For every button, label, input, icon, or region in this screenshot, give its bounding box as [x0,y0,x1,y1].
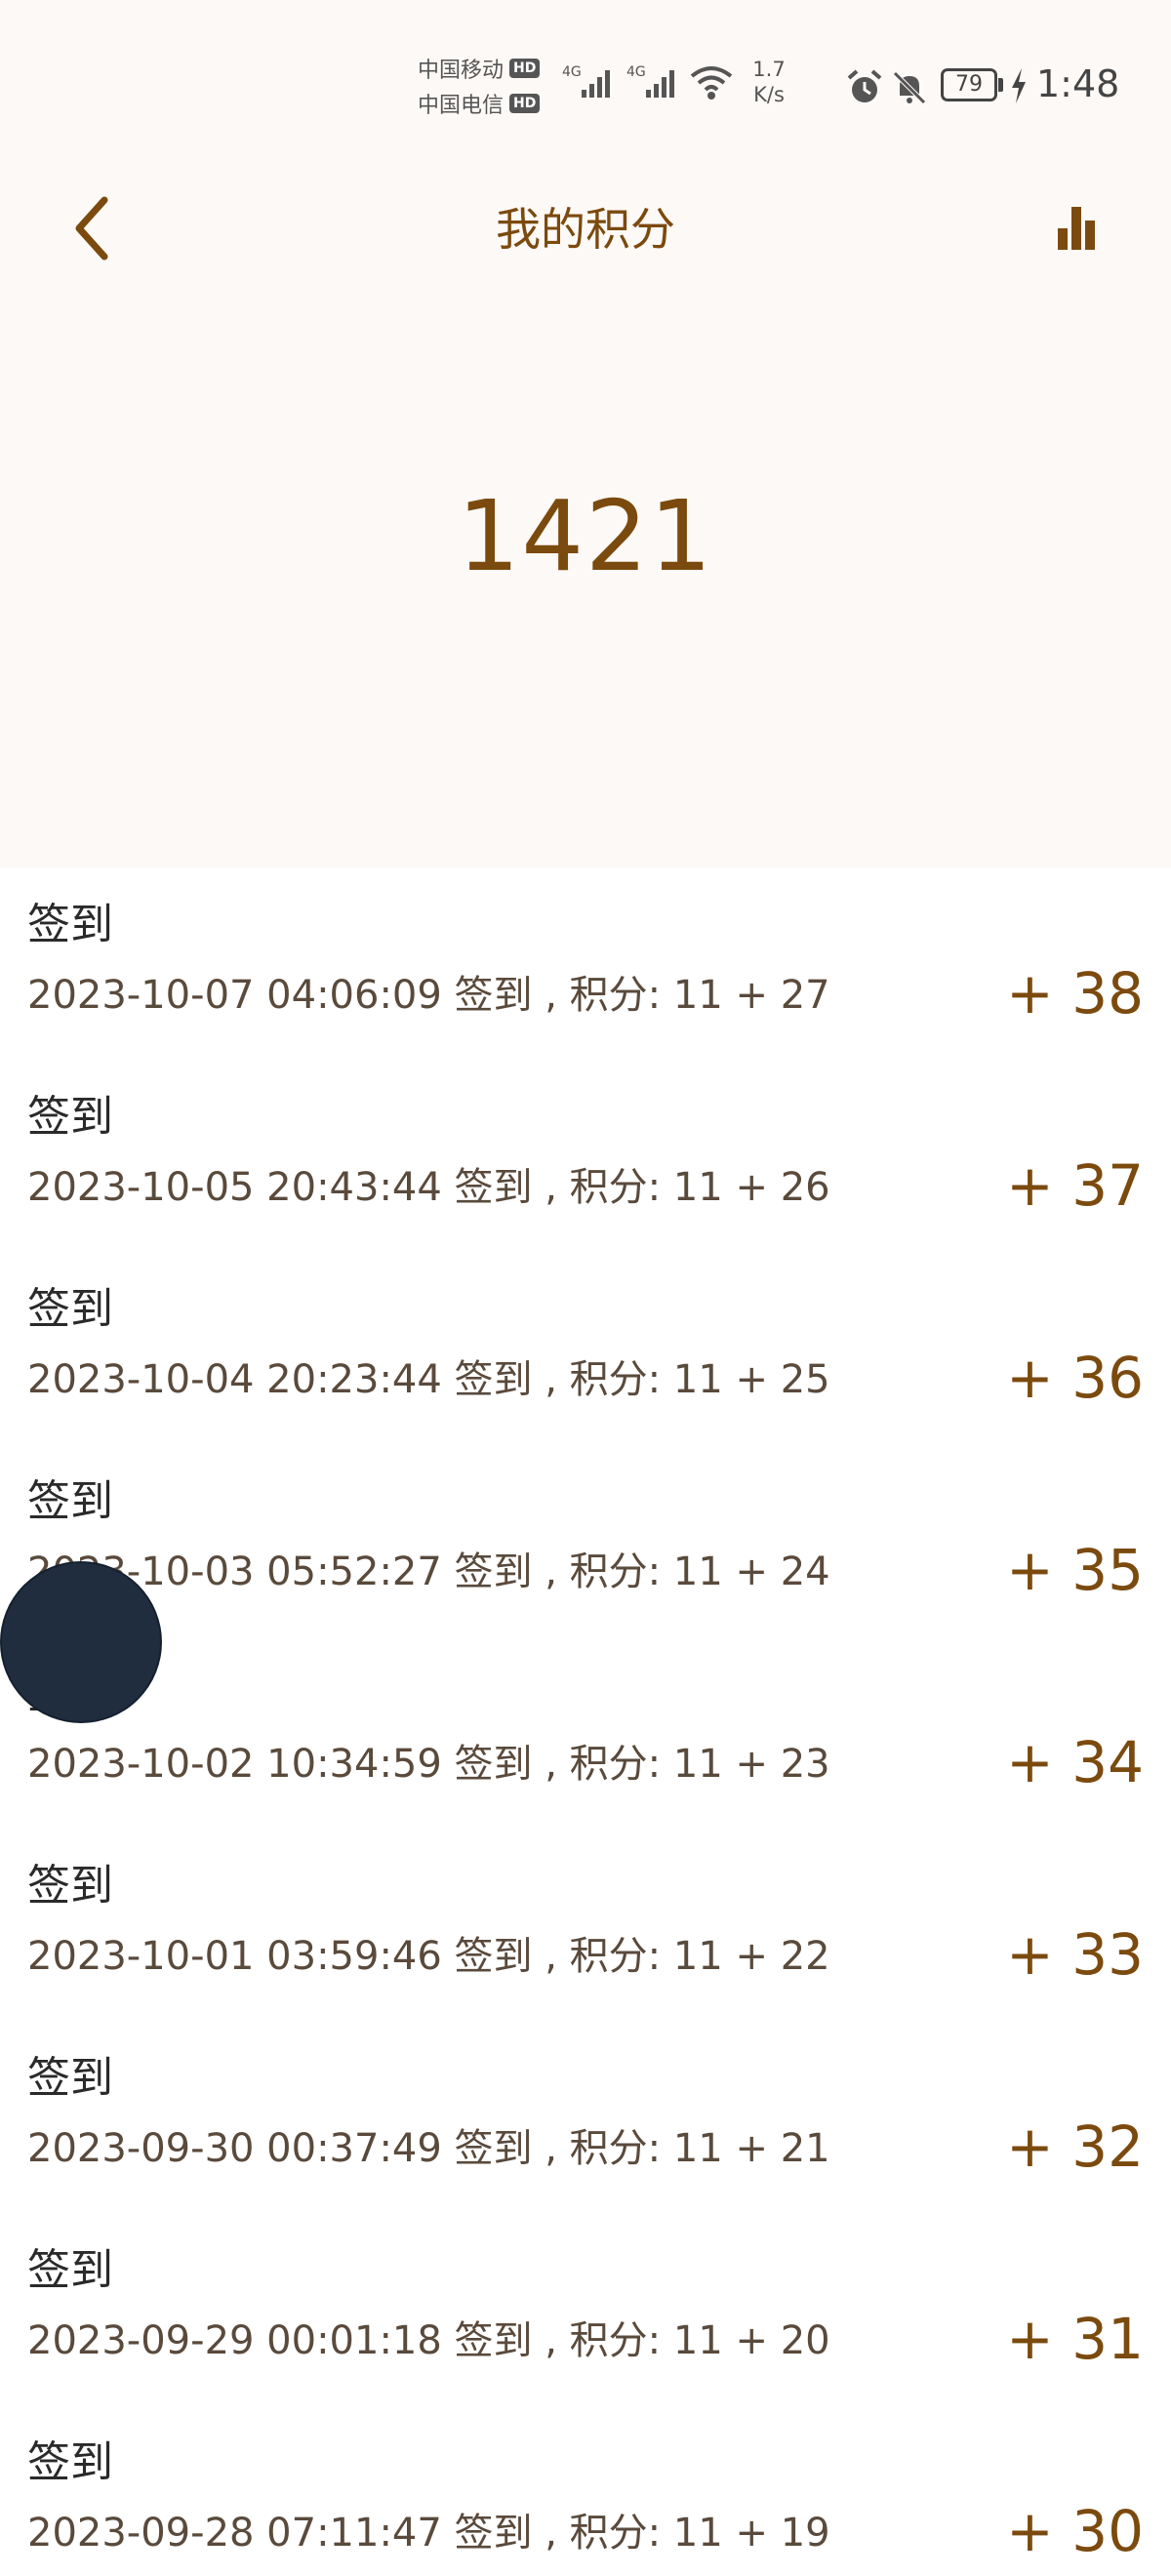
floating-assistive-ball[interactable] [0,1561,162,1723]
carrier-2: 中国电信 [418,94,505,118]
signal-icon: 4G [562,60,617,107]
status-time: 1:48 [1036,62,1120,105]
battery-tip [998,78,1003,92]
record-title: 签到 [27,1476,113,1526]
points-record-list: 签到 2023-10-07 04:06:09 签到 , 积分: 11 + 27 … [0,868,1171,2576]
record-points-delta: + 37 [1006,1152,1144,1219]
signal-icon: 4G [626,60,681,107]
record-description: 2023-09-30 00:37:49 签到 , 积分: 11 + 21 [27,2126,830,2171]
list-item[interactable]: 签到 2023-10-03 05:52:27 签到 , 积分: 11 + 24 … [0,1445,1171,1637]
svg-text:4G: 4G [562,64,582,80]
record-points-delta: + 34 [1006,1729,1144,1795]
record-description: 2023-10-01 03:59:46 签到 , 积分: 11 + 22 [27,1934,830,1979]
list-item[interactable]: 签到 2023-10-02 10:34:59 签到 , 积分: 11 + 23 … [0,1637,1171,1830]
list-item[interactable]: 签到 2023-10-07 04:06:09 签到 , 积分: 11 + 27 … [0,868,1171,1061]
record-title: 签到 [27,2053,113,2103]
record-title: 签到 [27,1861,113,1911]
carrier-info: 中国移动 HD 中国电信 HD [418,51,554,121]
list-item[interactable]: 签到 2023-09-30 00:37:49 签到 , 积分: 11 + 21 … [0,2022,1171,2214]
charging-icon [1009,66,1029,109]
record-description: 2023-10-07 04:06:09 签到 , 积分: 11 + 27 [27,973,830,1018]
record-points-delta: + 35 [1006,1537,1144,1603]
record-points-delta: + 32 [1006,2113,1144,2180]
hd-badge: HD [509,94,541,113]
carrier-1: 中国移动 [418,59,505,83]
list-item[interactable]: 签到 2023-10-04 20:23:44 签到 , 积分: 11 + 25 … [0,1253,1171,1445]
back-button[interactable] [59,191,127,265]
list-item[interactable]: 签到 2023-10-05 20:43:44 签到 , 积分: 11 + 26 … [0,1061,1171,1253]
record-description: 2023-10-04 20:23:44 签到 , 积分: 11 + 25 [27,1357,830,1402]
svg-text:4G: 4G [626,64,646,80]
record-title: 签到 [27,1284,113,1334]
page-title: 我的积分 [496,203,675,256]
record-points-delta: + 31 [1006,2306,1144,2372]
record-title: 签到 [27,1092,113,1142]
list-item[interactable]: 签到 2023-09-29 00:01:18 签到 , 积分: 11 + 20 … [0,2214,1171,2406]
record-description: 2023-09-28 07:11:47 签到 , 积分: 11 + 19 [27,2511,830,2556]
record-title: 签到 [27,2245,113,2295]
record-description: 2023-10-03 05:52:27 签到 , 积分: 11 + 24 [27,1550,830,1594]
record-points-delta: + 36 [1006,1345,1144,1411]
record-title: 签到 [27,900,113,949]
record-description: 2023-10-05 20:43:44 签到 , 积分: 11 + 26 [27,1165,830,1210]
points-total: 1421 [457,479,714,593]
record-points-delta: + 33 [1006,1921,1144,1988]
bar-chart-icon [1058,207,1095,250]
alarm-icon [845,68,884,111]
record-title: 签到 [27,2437,113,2487]
net-speed: 1.7 K/s [752,58,786,106]
record-description: 2023-10-02 10:34:59 签到 , 积分: 11 + 23 [27,1742,830,1787]
record-points-delta: + 38 [1006,960,1144,1026]
mute-icon [890,68,929,111]
statistics-button[interactable] [1046,199,1105,258]
record-points-delta: + 30 [1006,2498,1144,2564]
wifi-icon [689,64,734,105]
record-description: 2023-09-29 00:01:18 签到 , 积分: 11 + 20 [27,2318,830,2363]
screen: 中国移动 HD 中国电信 HD 4G 4G 1.7 K/s 79 1:48 我的… [0,0,1171,2576]
list-item[interactable]: 签到 2023-09-28 07:11:47 签到 , 积分: 11 + 19 … [0,2406,1171,2576]
status-bar: 中国移动 HD 中国电信 HD 4G 4G 1.7 K/s 79 1:48 [0,0,1171,137]
back-arrow-icon [75,196,108,261]
battery-icon: 79 [941,68,997,101]
hd-badge: HD [509,59,541,78]
list-item[interactable]: 签到 2023-10-01 03:59:46 签到 , 积分: 11 + 22 … [0,1830,1171,2022]
